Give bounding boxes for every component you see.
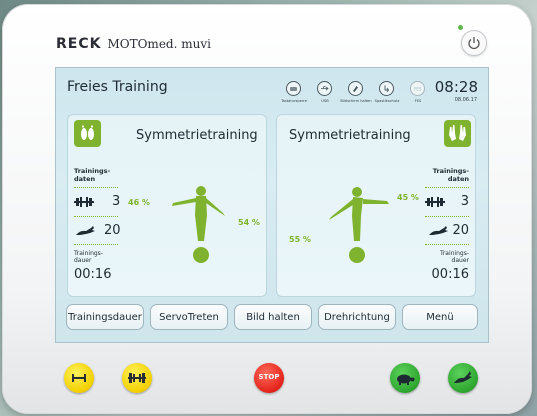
balance-figure-icon bbox=[329, 187, 389, 263]
speed-rabbit-icon bbox=[429, 226, 448, 235]
resistance-value: 3 bbox=[112, 194, 121, 209]
panel-title-arms: Symmetrietraining bbox=[289, 128, 411, 143]
speed-value: 20 bbox=[104, 223, 121, 238]
divider bbox=[74, 244, 118, 245]
dumbbell-icon bbox=[72, 374, 86, 382]
training-data-label: Trainings- daten bbox=[74, 167, 111, 183]
increase-resistance-button[interactable] bbox=[122, 363, 152, 393]
status-label-keylock: Tastatursperre bbox=[281, 99, 307, 103]
status-label-spasm: Spastikschutz bbox=[374, 99, 400, 103]
clock-date: 08.06.17 bbox=[454, 97, 477, 103]
panel-title-legs: Symmetrietraining bbox=[136, 128, 258, 143]
speed-value: 20 bbox=[452, 223, 469, 238]
power-icon bbox=[468, 37, 480, 50]
divider bbox=[74, 187, 118, 188]
page-title: Freies Training bbox=[67, 79, 168, 95]
feet-icon bbox=[74, 120, 101, 147]
touch-screen: Freies Training Tastatursperre USB Bilds… bbox=[55, 67, 489, 343]
speed-rabbit-icon bbox=[76, 226, 95, 235]
spasm-protection-icon[interactable] bbox=[379, 81, 394, 96]
servo-button[interactable]: ServoTreten bbox=[150, 304, 228, 330]
model-name: MOTOmed. muvi bbox=[107, 37, 211, 51]
usb-icon[interactable] bbox=[317, 81, 332, 96]
decrease-resistance-button[interactable] bbox=[64, 363, 94, 393]
stop-label: STOP bbox=[258, 373, 280, 381]
stop-button[interactable]: STOP bbox=[254, 363, 284, 393]
training-duration-button[interactable]: Trainingsdauer bbox=[66, 304, 144, 330]
right-side-percent: 54 % bbox=[238, 218, 260, 227]
rabbit-icon bbox=[454, 371, 472, 383]
faster-button[interactable] bbox=[448, 363, 478, 393]
left-side-percent: 45 % bbox=[397, 193, 419, 202]
left-side-percent: 46 % bbox=[128, 198, 150, 207]
keyboard-lock-icon[interactable] bbox=[286, 81, 301, 96]
divider bbox=[425, 216, 469, 217]
menu-button[interactable]: Menü bbox=[402, 304, 478, 330]
panel-legs: Symmetrietraining Trainings- daten 3 46 … bbox=[67, 114, 267, 297]
power-button[interactable] bbox=[461, 30, 487, 56]
duration-label: Trainings- dauer bbox=[74, 250, 103, 264]
resistance-value: 3 bbox=[460, 194, 469, 209]
duration-value: 00:16 bbox=[74, 267, 112, 282]
training-data-label: Trainings- daten bbox=[432, 167, 469, 183]
brand-name: RECK bbox=[56, 36, 102, 52]
turtle-icon bbox=[397, 374, 415, 385]
panel-arms: Symmetrietraining Trainings- daten 45 % … bbox=[276, 114, 476, 297]
direction-button[interactable]: Drehrichtung bbox=[318, 304, 396, 330]
slower-button[interactable] bbox=[390, 363, 420, 393]
divider bbox=[425, 244, 469, 245]
status-label-hold: Bildschirm halten bbox=[340, 99, 372, 103]
duration-label: Trainings- dauer bbox=[440, 250, 469, 264]
freeze-image-icon[interactable] bbox=[348, 81, 363, 96]
fes-icon[interactable]: FES bbox=[410, 81, 425, 96]
hands-icon bbox=[444, 120, 471, 147]
brand-logo: RECK MOTOmed. muvi bbox=[56, 36, 211, 52]
hold-image-button[interactable]: Bild halten bbox=[234, 304, 312, 330]
resistance-icon bbox=[74, 197, 94, 207]
dumbbell-icon bbox=[128, 373, 146, 383]
status-label-fes: FES bbox=[414, 99, 422, 103]
power-led bbox=[458, 25, 463, 30]
divider bbox=[74, 216, 118, 217]
clock-time: 08:28 bbox=[434, 78, 478, 96]
balance-figure-icon bbox=[172, 186, 225, 263]
divider bbox=[425, 187, 469, 188]
resistance-icon bbox=[425, 197, 445, 207]
svg-text:FES: FES bbox=[414, 87, 422, 92]
right-side-percent: 55 % bbox=[289, 235, 311, 244]
duration-value: 00:16 bbox=[431, 267, 469, 282]
status-label-usb: USB bbox=[321, 99, 329, 103]
